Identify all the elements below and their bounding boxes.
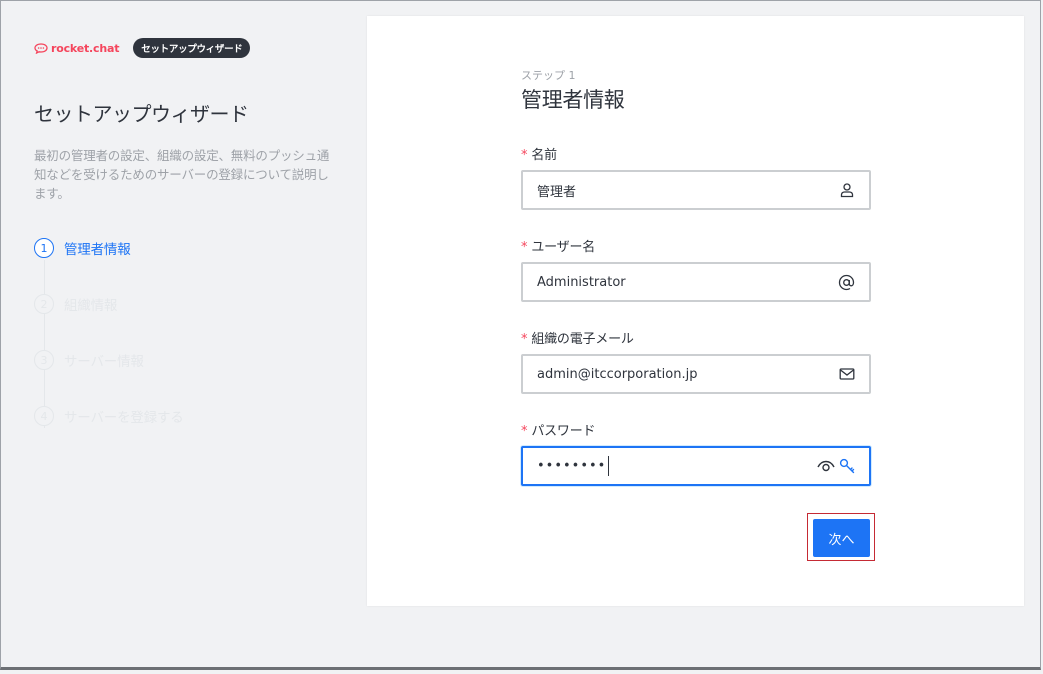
wizard-description: 最初の管理者の設定、組織の設定、無料のプッシュ通知などを受けるためのサーバーの登… [34, 148, 330, 201]
email-input[interactable]: admin@itccorporation.jp [521, 354, 871, 394]
step-label: サーバーを登録する [64, 410, 184, 426]
user-icon [840, 183, 854, 198]
mail-icon [839, 368, 855, 380]
required-mark: * [521, 332, 528, 347]
username-input[interactable]: Administrator [521, 262, 871, 302]
logo-text: rocket.chat [51, 41, 120, 55]
password-label-text: パスワード [531, 424, 596, 439]
step-number: 1 [34, 238, 54, 258]
step-number: 3 [34, 350, 54, 370]
rocketchat-logo: rocket.chat [34, 42, 119, 55]
required-mark: * [521, 148, 528, 163]
step-label: 管理者情報 [64, 242, 131, 258]
step-number: 4 [34, 406, 54, 426]
step-organization-info: 2 組織情報 [34, 292, 184, 316]
username-label: * ユーザー名 [521, 236, 871, 255]
username-field-group: * ユーザー名 Administrator [521, 236, 871, 302]
step-register-server: 4 サーバーを登録する [34, 404, 184, 428]
wizard-badge: セットアップウィザード [133, 38, 251, 58]
wizard-title: セットアップウィザード [34, 102, 249, 126]
step-number: 2 [34, 294, 54, 314]
required-mark: * [521, 424, 528, 439]
email-input-value: admin@itccorporation.jp [537, 366, 698, 382]
text-caret [608, 456, 610, 476]
name-label: * 名前 [521, 144, 871, 163]
step-server-info: 3 サーバー情報 [34, 348, 184, 372]
form-card: ステップ 1 管理者情報 * 名前 管理者 * ユーザー名 Administrato… [367, 16, 1024, 606]
email-field-group: * 組織の電子メール admin@itccorporation.jp [521, 328, 871, 394]
rocketchat-logo-icon [34, 42, 48, 54]
eye-icon[interactable] [817, 459, 835, 473]
username-label-text: ユーザー名 [531, 240, 596, 255]
email-label: * 組織の電子メール [521, 328, 871, 347]
password-field-group: * パスワード •••••••• [521, 420, 871, 486]
name-field-group: * 名前 管理者 [521, 144, 871, 210]
password-input-value: •••••••• [537, 458, 607, 474]
step-label: サーバー情報 [64, 354, 144, 370]
next-button[interactable]: 次へ [813, 519, 870, 557]
key-icon[interactable] [839, 458, 855, 474]
step-indicator: ステップ 1 [521, 69, 576, 82]
step-admin-info: 1 管理者情報 [34, 236, 184, 260]
name-label-text: 名前 [531, 148, 557, 163]
form-title: 管理者情報 [521, 88, 625, 112]
name-input[interactable]: 管理者 [521, 170, 871, 210]
password-input[interactable]: •••••••• [521, 446, 871, 486]
at-icon [838, 274, 855, 290]
username-input-value: Administrator [537, 274, 626, 290]
email-label-text: 組織の電子メール [531, 332, 634, 347]
step-label: 組織情報 [64, 298, 118, 314]
brand-header: rocket.chat セットアップウィザード [34, 38, 251, 58]
password-label: * パスワード [521, 420, 871, 439]
required-mark: * [521, 240, 528, 255]
wizard-steps: 1 管理者情報 2 組織情報 3 サーバー情報 4 サーバーを登録する [34, 236, 184, 460]
name-input-value: 管理者 [537, 184, 577, 200]
steps-connector-line [43, 260, 45, 428]
